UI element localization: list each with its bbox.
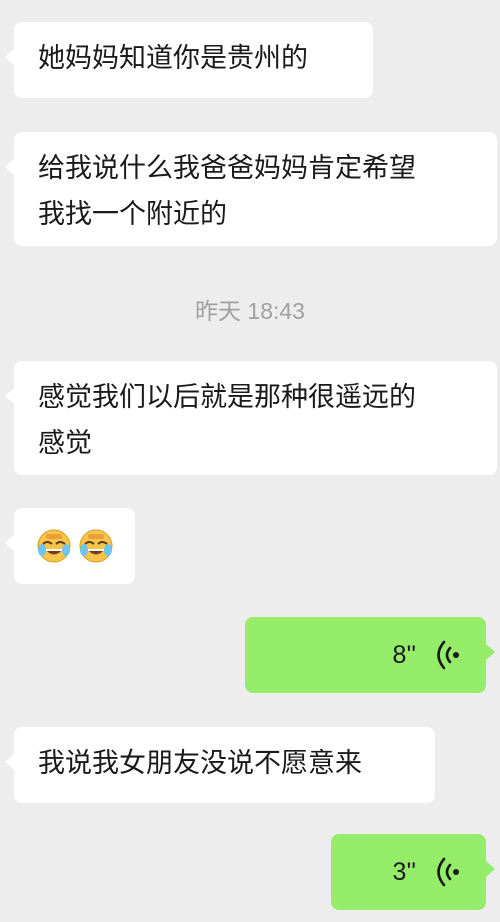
voice-duration: 3'' (392, 858, 416, 886)
crying-laughing-icon (37, 529, 71, 563)
message-bubble[interactable]: 给我说什么我爸爸妈妈肯定希望 我找一个附近的 (5, 132, 497, 246)
message-text-line: 我找一个附近的 (38, 199, 227, 230)
voice-wave-icon (437, 640, 459, 670)
voice-duration: 8'' (392, 641, 416, 669)
message-text: 她妈妈知道你是贵州的 (38, 43, 308, 74)
voice-wave-icon (437, 857, 459, 887)
crying-laughing-icon (79, 529, 113, 563)
message-bubble[interactable]: 感觉我们以后就是那种很遥远的 感觉 (5, 361, 497, 475)
message-text: 我说我女朋友没说不愿意来 (38, 748, 362, 779)
message-bubble[interactable]: 她妈妈知道你是贵州的 (5, 22, 373, 98)
message-bubble[interactable]: 我说我女朋友没说不愿意来 (5, 727, 435, 803)
voice-message-bubble[interactable]: 8'' (245, 617, 495, 693)
emoji-message-bubble[interactable] (5, 508, 135, 584)
message-text-line: 感觉我们以后就是那种很遥远的 (38, 382, 416, 413)
timestamp: 昨天 18:43 (195, 298, 305, 324)
voice-message-bubble[interactable]: 3'' (331, 834, 495, 910)
message-text-line: 感觉 (38, 428, 92, 459)
message-text-line: 给我说什么我爸爸妈妈肯定希望 (38, 153, 416, 184)
